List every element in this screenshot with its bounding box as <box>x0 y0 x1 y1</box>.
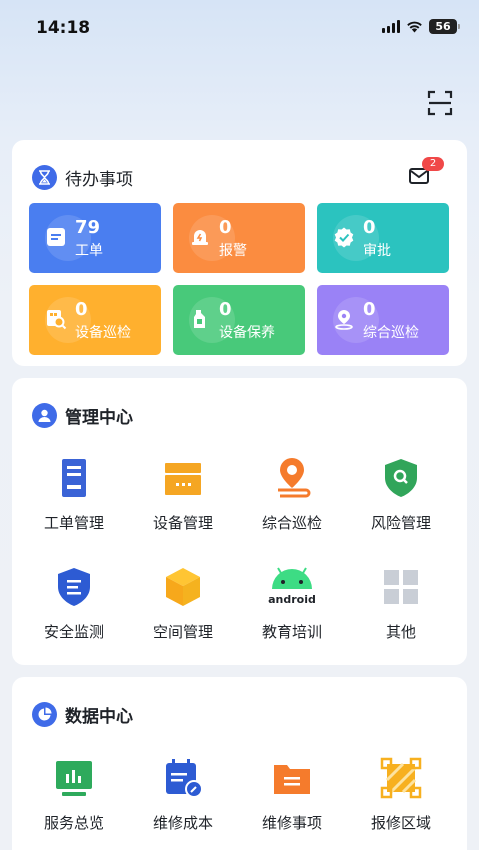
menu-repair-area[interactable]: 报修区域 <box>351 756 451 833</box>
tile-count: 0 <box>219 217 232 238</box>
wifi-icon <box>407 21 422 33</box>
todo-tile-approval[interactable]: 0 审批 <box>317 203 449 273</box>
menu-risk-management[interactable]: 风险管理 <box>351 456 451 533</box>
todo-tile-device-inspection[interactable]: 0 设备巡检 <box>29 285 161 355</box>
scan-icon[interactable] <box>426 89 454 117</box>
folder-icon <box>274 765 310 794</box>
menu-device-management[interactable]: 设备管理 <box>133 456 233 533</box>
battery-icon: 56 <box>429 19 460 34</box>
menu-maintenance-cost[interactable]: 维修成本 <box>133 756 233 833</box>
status-bar: 14:18 56 <box>0 0 479 52</box>
pie-chart-icon <box>32 702 57 727</box>
hourglass-icon <box>32 165 57 190</box>
tile-label: 工单 <box>75 243 103 259</box>
todo-tile-comprehensive-inspection[interactable]: 0 综合巡检 <box>317 285 449 355</box>
status-time: 14:18 <box>36 18 91 38</box>
area-icon <box>380 757 422 799</box>
patrol-icon <box>278 458 311 498</box>
grid-icon <box>384 570 418 604</box>
device-icon <box>165 463 201 495</box>
approval-icon <box>334 227 354 248</box>
tile-label: 设备巡检 <box>75 325 131 341</box>
svg-text:android: android <box>268 593 316 606</box>
tile-label: 报警 <box>219 243 247 259</box>
management-title: 管理中心 <box>65 408 133 428</box>
tile-label: 审批 <box>363 243 391 259</box>
dashboard-icon <box>56 761 92 796</box>
tile-count: 0 <box>363 217 376 238</box>
menu-other[interactable]: 其他 <box>351 565 451 642</box>
todo-card: 待办事项 2 79 工单 0 报警 0 审批 0 设备巡检 0 设备保养 0 综… <box>12 140 467 366</box>
todo-tile-device-maintenance[interactable]: 0 设备保养 <box>173 285 305 355</box>
menu-maintenance-items[interactable]: 维修事项 <box>242 756 342 833</box>
work-order-icon <box>62 459 86 497</box>
alarm-icon <box>192 230 208 245</box>
data-center-title: 数据中心 <box>65 707 133 727</box>
tile-count: 79 <box>75 217 101 238</box>
menu-education-training[interactable]: android 教育培训 <box>242 565 342 642</box>
management-card: 管理中心 工单管理 设备管理 综合巡检 风险管理 安全监测 空间管理 andro… <box>12 378 467 665</box>
tile-label: 设备保养 <box>219 325 275 341</box>
mail-badge: 2 <box>422 157 444 171</box>
todo-title: 待办事项 <box>65 170 133 190</box>
menu-service-overview[interactable]: 服务总览 <box>24 756 124 833</box>
shield-icon <box>58 568 90 606</box>
maintenance-icon <box>194 310 205 328</box>
menu-space-management[interactable]: 空间管理 <box>133 565 233 642</box>
user-icon <box>32 403 57 428</box>
location-icon <box>335 310 353 330</box>
tile-count: 0 <box>363 299 376 320</box>
cellular-signal-icon <box>382 20 400 33</box>
data-center-card: 数据中心 服务总览 维修成本 维修事项 报修区域 <box>12 677 467 850</box>
calendar-edit-icon <box>166 759 203 798</box>
tile-label: 综合巡检 <box>363 325 419 341</box>
tile-count: 0 <box>75 299 88 320</box>
todo-tile-alarm[interactable]: 0 报警 <box>173 203 305 273</box>
menu-work-order-management[interactable]: 工单管理 <box>24 456 124 533</box>
cube-icon <box>166 568 200 606</box>
menu-safety-monitoring[interactable]: 安全监测 <box>24 565 124 642</box>
tile-count: 0 <box>219 299 232 320</box>
todo-tile-work-order[interactable]: 79 工单 <box>29 203 161 273</box>
risk-icon <box>385 459 417 497</box>
document-icon <box>47 228 65 246</box>
inspection-icon <box>47 310 67 330</box>
menu-comprehensive-inspection[interactable]: 综合巡检 <box>242 456 342 533</box>
android-icon: android <box>268 567 316 606</box>
